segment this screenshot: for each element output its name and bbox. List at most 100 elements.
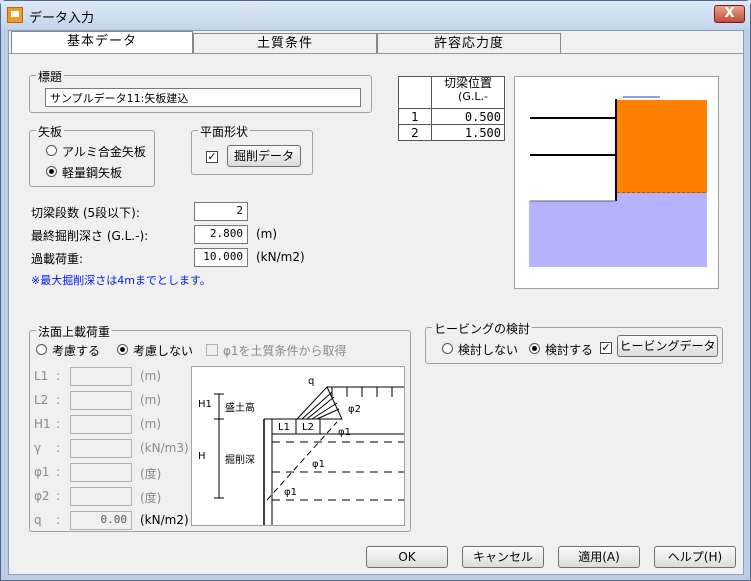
radio-light-steel-label: 軽量鋼矢板 [62,166,123,180]
title-group: 標題 サンプルデータ11:矢板建込 [29,68,372,113]
radio-heaving-label: 検討する [545,343,594,357]
slope-row-label: H1 [34,417,51,431]
sheet-pile-group-label: 矢板 [36,123,65,140]
radio-no-heaving-label: 検討しない [458,343,519,357]
strut-header: 切梁位置 [443,76,492,90]
radio-consider-label: 考慮する [52,344,101,358]
radio-heaving[interactable] [529,343,540,354]
diagram-h: H [198,451,206,462]
slope-input-h1[interactable] [70,415,132,434]
table-corner [398,76,432,109]
radio-not-consider-label: 考慮しない [133,344,194,358]
title-input[interactable]: サンプルデータ11:矢板建込 [45,88,361,107]
diagram-phi1-c: φ1 [284,487,297,498]
slope-input-q[interactable]: 0.00 [70,511,132,530]
plan-shape-group-label: 平面形状 [198,123,251,140]
slope-row-label: γ [34,441,42,455]
slope-row-colon: : [56,465,61,479]
sheet-pile-group: 矢板 アルミ合金矢板 軽量鋼矢板 [29,123,155,187]
table-row: 1 0.500 [398,108,505,125]
table-row: 2 1.500 [398,124,505,141]
slope-row-label: q [34,513,42,527]
apply-button[interactable]: 適用(A) [558,546,640,568]
cancel-button[interactable]: キャンセル [462,546,544,568]
surcharge-label: 過載荷重: [31,252,84,266]
strut-header-sub: (G.L.- [458,90,488,103]
tab-soil-conditions[interactable]: 土質条件 [193,33,377,53]
slope-row-unit: (kN/m2) [140,513,189,527]
slope-row-label: φ2 [34,489,50,503]
diagram-phi1-b: φ1 [312,459,325,470]
slope-load-group: 法面上載荷重 考慮する 考慮しない φ1を土質条件から取得 L1 : (m) L… [29,323,411,532]
slope-row-colon: : [56,489,61,503]
soil-lower [529,201,707,267]
radio-consider[interactable] [36,344,47,355]
slope-svg [214,386,404,525]
diagram-excavation-depth: 掘削深 [225,455,255,466]
slope-input-l2[interactable] [70,391,132,410]
hatch [301,391,333,420]
heaving-group: ヒービングの検討 検討しない 検討する ✓ ヒービングデータ [425,320,723,364]
soil-lower-back [617,193,707,201]
slope-row-label: L2 [34,393,49,407]
dialog-window: データ入力 X 基本データ 土質条件 許容応力度 標題 サンプルデータ11:矢板… [0,0,751,581]
phi1-from-soil-label: φ1を土質条件から取得 [223,344,347,358]
title-bar: データ入力 X [1,1,750,29]
tab-panel-basic: 標題 サンプルデータ11:矢板建込 矢板 アルミ合金矢板 軽量鋼矢板 平面形状 … [9,54,743,538]
close-button[interactable]: X [714,5,745,23]
slope-input-phi2[interactable] [70,487,132,506]
slope-row-unit: (m) [140,393,162,407]
slope-input-gamma[interactable] [70,439,132,458]
final-depth-unit: (m) [256,227,278,241]
slope-row-unit: (m) [140,369,162,383]
slope-row-colon: : [56,417,61,431]
excavation-data-button[interactable]: 掘削データ [227,145,301,167]
row-number: 1 [398,108,432,125]
slope-row-label: φ1 [34,465,50,479]
diagram-phi1-a: φ1 [338,427,351,438]
radio-light-steel[interactable] [46,166,57,177]
dialog-button-bar: OK キャンセル 適用(A) ヘルプ(H) [9,541,743,575]
slope-row-colon: : [56,393,61,407]
radio-no-heaving[interactable] [442,343,453,354]
diagram-fill-height: 盛土高 [225,403,255,414]
hatch [311,402,338,420]
strut-count-input[interactable]: 2 [194,202,248,221]
slope-row-label: L1 [34,369,49,383]
title-group-label: 標題 [36,68,65,85]
max-depth-note: ※最大掘削深さは4mまでとします。 [31,274,211,287]
final-depth-label: 最終掘削深さ (G.L.-): [31,229,149,243]
tab-basic-data[interactable]: 基本データ [11,31,193,53]
radio-aluminum-label: アルミ合金矢板 [62,145,146,159]
section-diagram [514,76,719,289]
app-icon [7,7,23,23]
row-number: 2 [398,124,432,141]
radio-aluminum[interactable] [46,145,57,156]
slope-row-unit: (度) [140,467,162,481]
slope-row-colon: : [56,369,61,383]
surcharge-unit: (kN/m2) [256,250,305,264]
strut-value-cell[interactable]: 0.500 [431,108,505,125]
strut-value-cell[interactable]: 1.500 [431,124,505,141]
plan-shape-checkbox[interactable]: ✓ [206,151,218,163]
phi1-from-soil-checkbox[interactable] [206,344,218,356]
ok-button[interactable]: OK [366,546,448,568]
strut-count-label: 切梁段数 (5段以下): [31,206,140,220]
heaving-checkbox[interactable]: ✓ [600,342,612,354]
slope-load-group-label: 法面上載荷重 [36,323,113,340]
final-depth-input[interactable]: 2.800 [194,225,248,244]
surcharge-input[interactable]: 10.000 [194,248,248,267]
radio-not-consider[interactable] [117,344,128,355]
strut-position-table: 切梁位置 (G.L.- 1 0.500 2 1.500 [398,76,505,141]
heaving-data-button[interactable]: ヒービングデータ [617,335,718,357]
diagram-h1: H1 [198,399,212,410]
slope-row-unit: (m) [140,417,162,431]
slope-diagram: q H1 盛土高 H 掘削深 L1 L2 φ2 φ1 φ1 φ1 [191,366,405,526]
slope-row-colon: : [56,513,61,527]
dialog-client: 基本データ 土質条件 許容応力度 標題 サンプルデータ11:矢板建込 矢板 アル… [8,30,744,575]
tab-allowable-stress[interactable]: 許容応力度 [377,33,561,53]
help-button[interactable]: ヘルプ(H) [654,546,736,568]
slope-input-l1[interactable] [70,367,132,386]
slope-input-phi1[interactable] [70,463,132,482]
diagram-l2: L2 [302,422,314,433]
